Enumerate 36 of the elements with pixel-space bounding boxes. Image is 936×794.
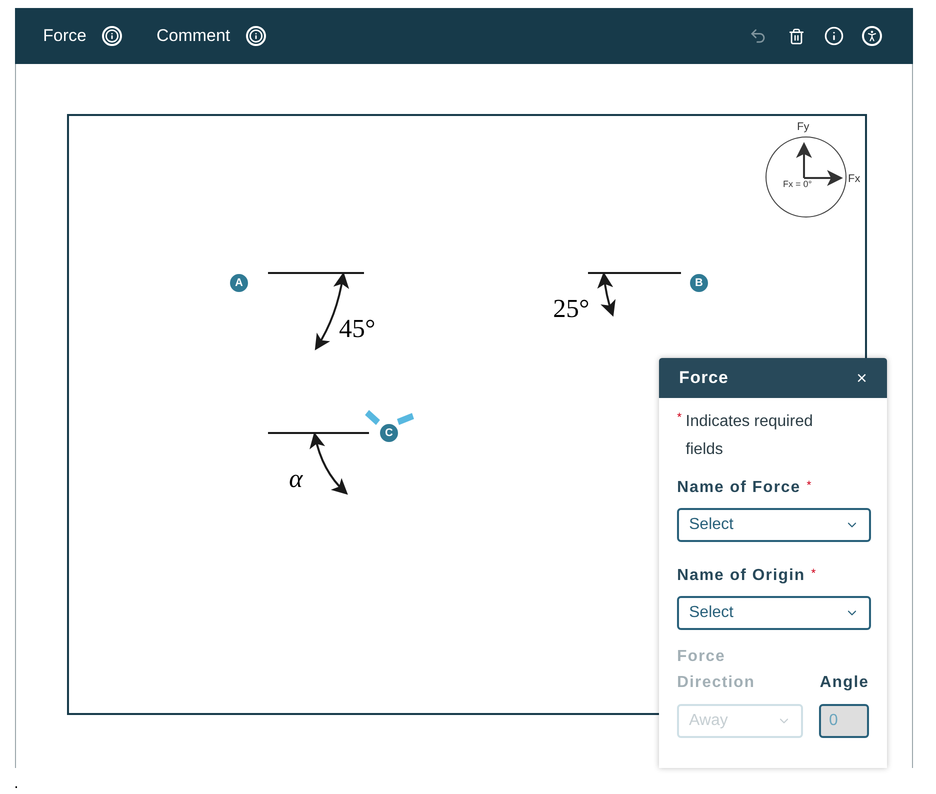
panel-title: Force	[679, 367, 729, 390]
info-button[interactable]	[246, 26, 266, 46]
select-field[interactable]: Select	[677, 508, 871, 542]
angle-arrow	[310, 432, 348, 495]
axis-label: Fx	[848, 172, 860, 187]
required-mark: *	[677, 409, 682, 426]
footnote: .	[14, 774, 18, 794]
axis-label: Fy	[797, 120, 810, 135]
angle-reading: Fx = 0°	[783, 180, 812, 189]
angle-label: α	[289, 466, 303, 492]
angle-label: 25°	[553, 296, 590, 322]
close-button[interactable]: ×	[856, 369, 867, 387]
angle-arrow	[597, 272, 616, 317]
required-mark: *	[806, 477, 812, 494]
point-marker[interactable]: C	[378, 422, 400, 444]
field-label: Name of Force	[677, 478, 801, 498]
tool-tab[interactable]: Force	[43, 23, 86, 49]
required-mark: *	[811, 565, 816, 582]
field-label: Angle	[820, 673, 869, 693]
info-button[interactable]	[102, 26, 122, 46]
undo-icon	[749, 27, 767, 45]
accessibility-icon	[862, 26, 882, 46]
axis-arrows	[796, 142, 843, 186]
handle-icon	[365, 410, 414, 425]
trash-icon	[788, 28, 804, 44]
info-icon	[249, 29, 264, 43]
info-icon	[105, 29, 120, 43]
info-icon	[824, 26, 844, 46]
select-field[interactable]: Select	[677, 596, 871, 630]
angle-label: 45°	[339, 316, 376, 342]
field-label: Force Direction	[677, 647, 756, 693]
point-marker[interactable]: B	[688, 272, 710, 294]
tool-tab[interactable]: Comment	[156, 23, 230, 49]
required-note: Indicates required fields	[686, 412, 814, 460]
point-marker[interactable]: A	[228, 272, 250, 294]
field-label: Name of Origin	[677, 566, 806, 586]
